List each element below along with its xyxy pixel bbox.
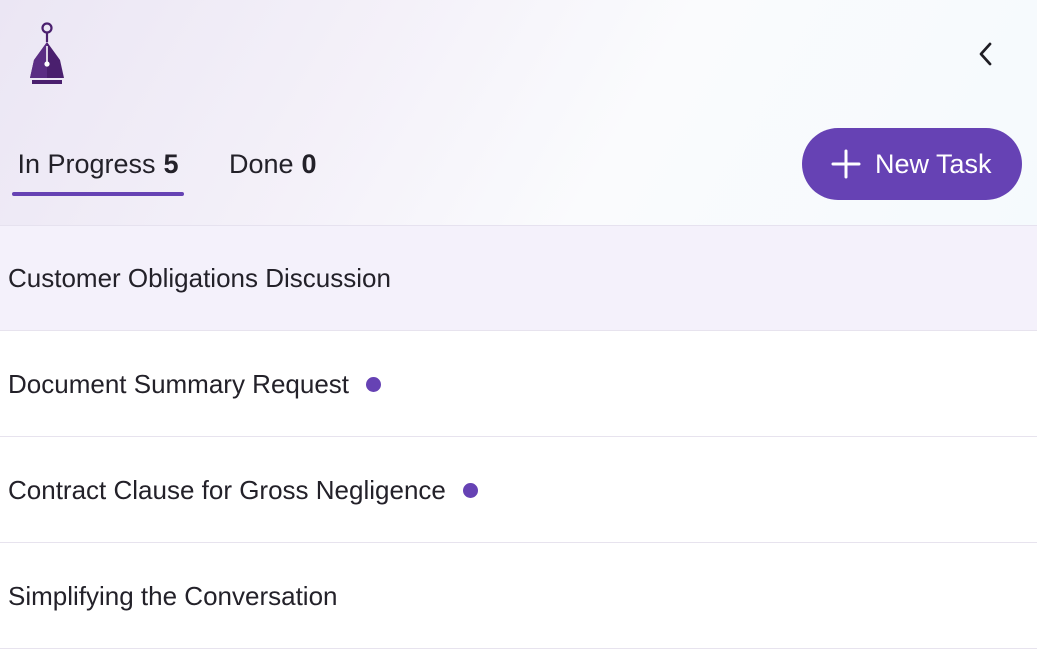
new-task-button[interactable]: New Task (802, 128, 1022, 200)
tab-in-progress[interactable]: In Progress 5 (12, 140, 184, 196)
collapse-panel-button[interactable] (966, 34, 1006, 74)
tab-count: 0 (301, 149, 317, 179)
tab-label: Done (229, 149, 294, 179)
task-panel: In Progress 5 Done 0 New Task Customer Obl… (0, 0, 1037, 669)
task-row[interactable]: Customer Obligations Discussion (0, 226, 1037, 331)
chevron-left-icon (979, 42, 992, 66)
tab-label: In Progress (17, 149, 156, 179)
fountain-pen-nib-icon (30, 22, 64, 84)
task-row[interactable]: Document Summary Request (0, 332, 1037, 437)
new-task-label: New Task (875, 149, 992, 179)
task-list: Customer Obligations Discussion Document… (0, 226, 1037, 669)
unread-dot-icon (462, 482, 478, 498)
task-row[interactable]: Contract Clause for Gross Negligence (0, 438, 1037, 543)
task-row[interactable]: Simplifying the Conversation (0, 544, 1037, 649)
task-title: Simplifying the Conversation (8, 580, 338, 611)
task-title: Document Summary Request (8, 368, 350, 399)
task-title: Customer Obligations Discussion (8, 262, 391, 293)
task-title: Contract Clause for Gross Negligence (8, 474, 446, 505)
tab-done[interactable]: Done 0 (229, 140, 317, 196)
unread-dot-icon (366, 376, 382, 392)
plus-icon (831, 149, 861, 179)
tab-count: 5 (163, 149, 179, 179)
header: In Progress 5 Done 0 New Task (0, 0, 1037, 226)
